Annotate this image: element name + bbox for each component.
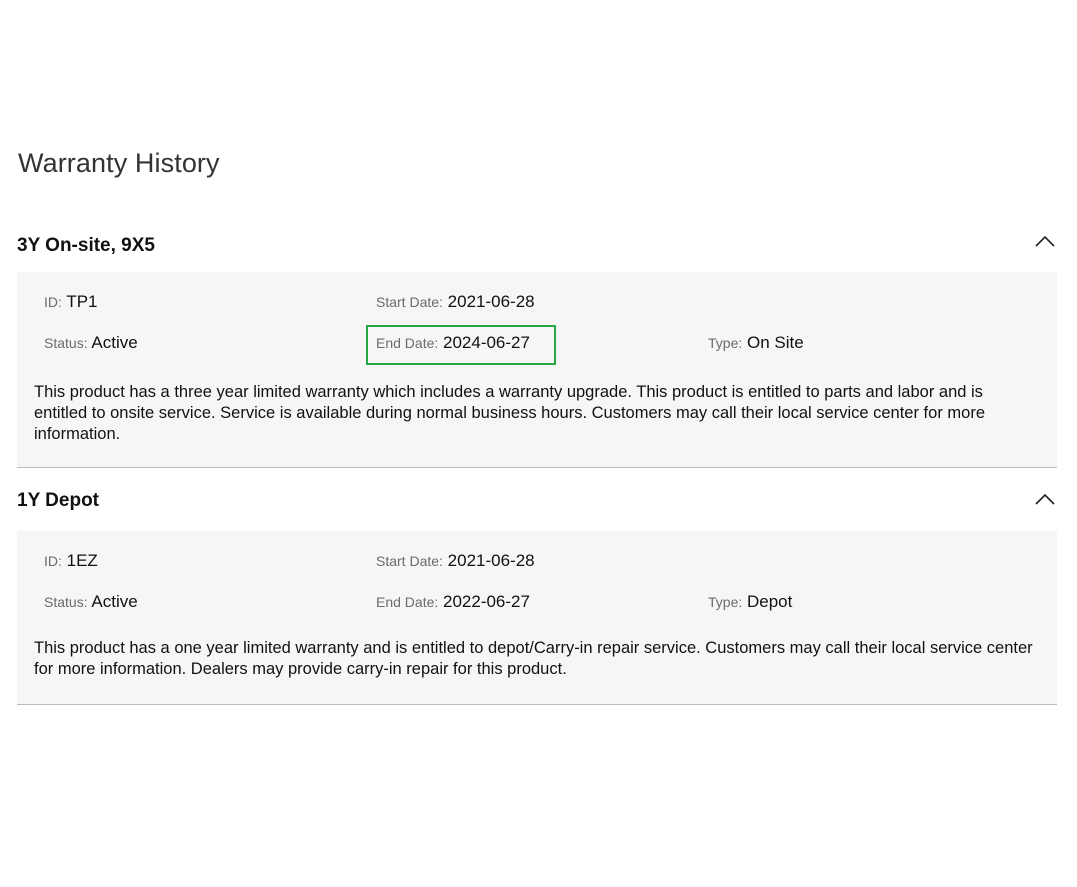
label-colon: : — [58, 553, 62, 569]
type-label: Type — [708, 335, 739, 351]
end-date-label: End Date — [376, 335, 435, 351]
warranty-description: This product has a three year limited wa… — [34, 383, 985, 443]
start-date-value: 2021-06-28 — [447, 551, 535, 570]
label-colon: : — [439, 553, 443, 569]
status-label: Status — [44, 594, 84, 610]
label-colon: : — [83, 594, 88, 610]
type-label: Type — [708, 594, 739, 610]
label-colon: : — [83, 335, 88, 351]
chevron-up-icon[interactable] — [1035, 492, 1055, 506]
warranty-name: 3Y On-site, 9X5 — [17, 235, 155, 256]
label-colon: : — [58, 294, 62, 310]
end-date-label: End Date — [376, 594, 435, 610]
type-value: On Site — [746, 333, 804, 352]
type-field: Type: Depot — [708, 592, 792, 612]
id-value: 1EZ — [66, 551, 98, 570]
type-field: Type: On Site — [708, 333, 804, 353]
status-label: Status — [44, 335, 84, 351]
status-field: Status: Active — [44, 333, 138, 353]
label-colon: : — [439, 294, 443, 310]
label-colon: : — [434, 594, 439, 610]
warranty-item: 3Y On-site, 9X5 ID: TP1 Start Date: 2021… — [17, 214, 1057, 468]
label-colon: : — [738, 335, 743, 351]
start-date-field: Start Date: 2021-06-28 — [376, 292, 535, 312]
warranty-details: ID: TP1 Start Date: 2021-06-28 Status: A… — [17, 272, 1057, 468]
id-value: TP1 — [66, 292, 98, 311]
id-label: ID — [44, 553, 58, 569]
start-date-label: Start Date — [376, 294, 440, 310]
end-date-value: 2024-06-27 — [443, 333, 530, 352]
start-date-value: 2021-06-28 — [447, 292, 535, 311]
id-label: ID — [44, 294, 58, 310]
end-date-field: End Date: 2024-06-27 — [376, 333, 530, 353]
end-date-field: End Date: 2022-06-27 — [376, 592, 530, 612]
status-field: Status: Active — [44, 592, 138, 612]
page-title: Warranty History — [18, 148, 220, 178]
warranty-description: This product has a one year limited warr… — [34, 639, 1033, 678]
label-colon: : — [738, 594, 743, 610]
label-colon: : — [434, 335, 439, 351]
warranty-header[interactable]: 3Y On-site, 9X5 — [17, 214, 1057, 272]
start-date-field: Start Date: 2021-06-28 — [376, 551, 535, 571]
warranty-name: 1Y Depot — [17, 490, 100, 511]
status-value: Active — [91, 592, 138, 611]
warranty-details: ID: 1EZ Start Date: 2021-06-28 Status: A… — [17, 531, 1057, 705]
id-field: ID: 1EZ — [44, 551, 98, 571]
warranty-header[interactable]: 1Y Depot — [17, 473, 1057, 531]
warranty-item: 1Y Depot ID: 1EZ Start Date: 2021-06-28 … — [17, 473, 1057, 705]
end-date-value: 2022-06-27 — [443, 592, 530, 611]
id-field: ID: TP1 — [44, 292, 98, 312]
status-value: Active — [91, 333, 138, 352]
start-date-label: Start Date — [376, 553, 440, 569]
type-value: Depot — [746, 592, 793, 611]
chevron-up-icon[interactable] — [1035, 234, 1055, 248]
